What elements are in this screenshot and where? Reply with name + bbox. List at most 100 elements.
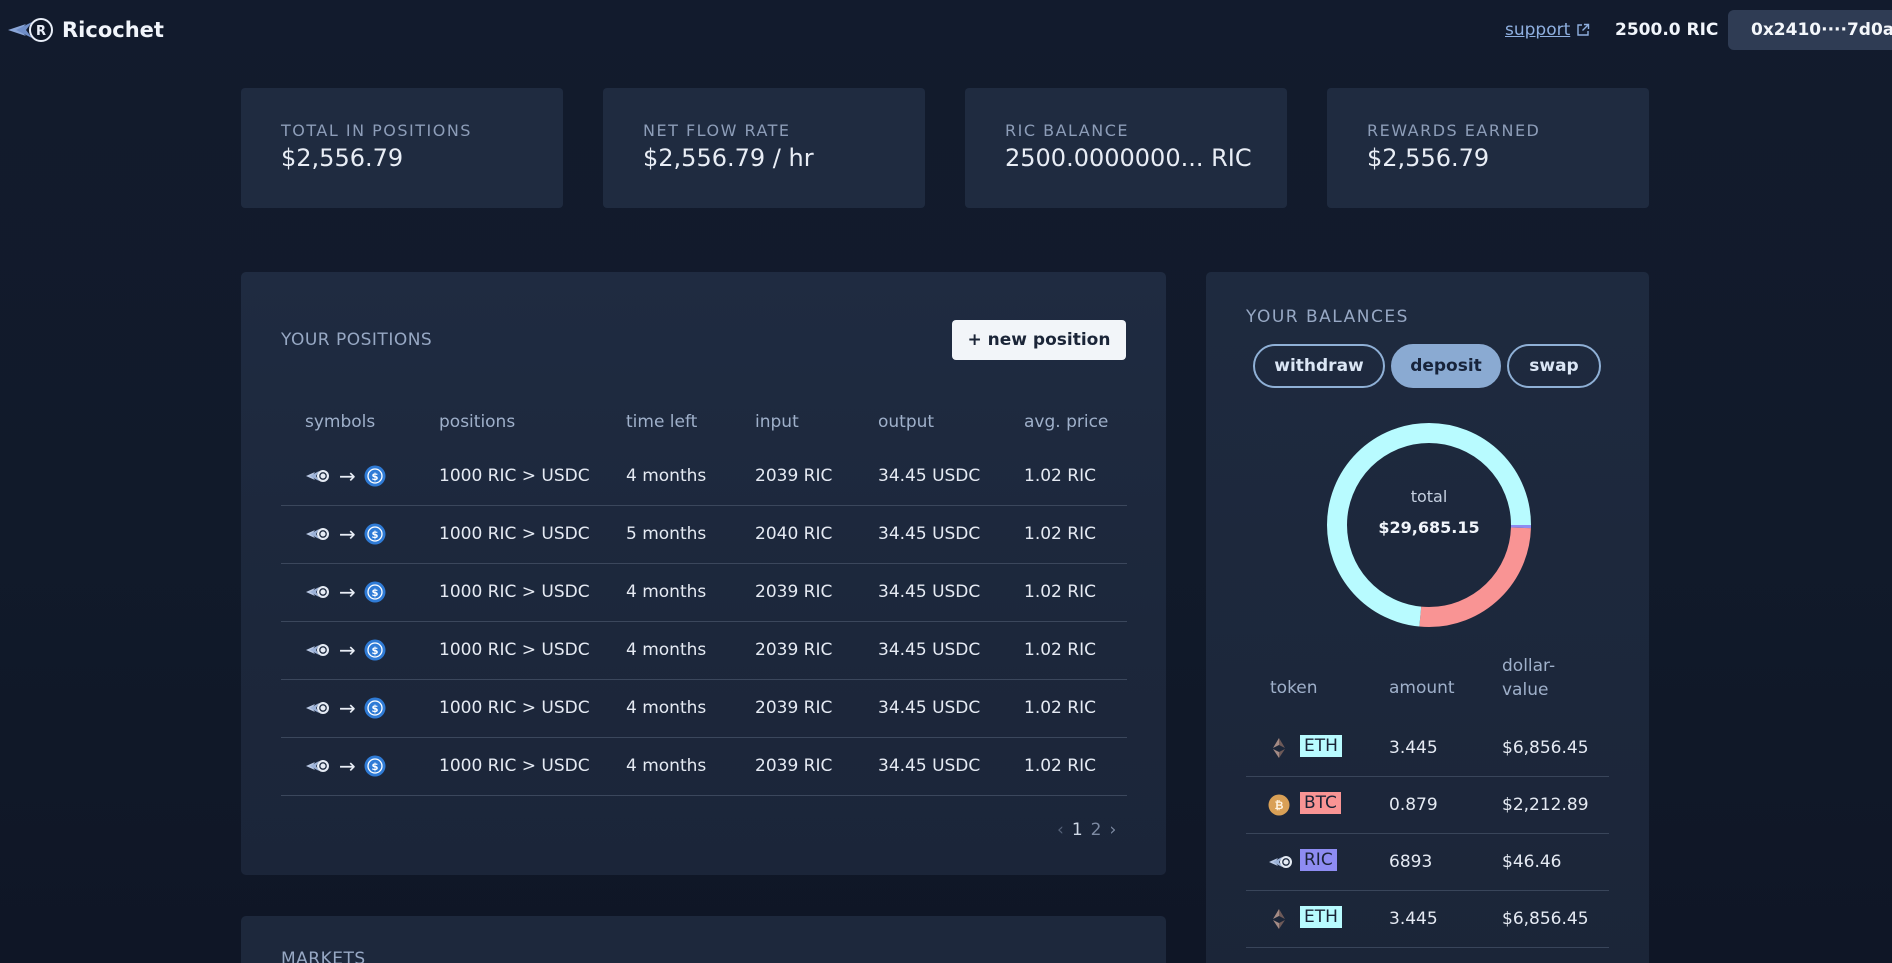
col-dollar-value-line2: value (1502, 680, 1549, 700)
col-symbols[interactable]: symbols (305, 412, 375, 432)
positions-table-header: symbols positions time left input output… (281, 412, 1127, 448)
position-input: 2039 RIC (755, 640, 833, 660)
token-badge: BTC (1300, 792, 1341, 814)
token-icon-wrap (1268, 737, 1290, 764)
usdc-icon: $ (364, 581, 386, 603)
next-page-icon[interactable]: › (1109, 820, 1116, 840)
ric-icon (306, 644, 329, 656)
position-avg-price: 1.02 RIC (1024, 582, 1096, 602)
app-logo[interactable]: R Ricochet (6, 14, 164, 46)
balance-row[interactable]: RIC 6893 $46.46 (1246, 834, 1609, 891)
arrow-right-icon: → (339, 696, 356, 720)
col-dollar-value-line1: dollar- (1502, 656, 1556, 676)
svg-text:R: R (36, 24, 46, 39)
position-output: 34.45 USDC (878, 756, 981, 776)
usdc-icon: $ (364, 697, 386, 719)
position-output: 34.45 USDC (878, 582, 981, 602)
col-avg-price[interactable]: avg. price (1024, 412, 1108, 432)
new-position-button[interactable]: + new position (952, 320, 1126, 360)
support-link[interactable]: support (1505, 20, 1590, 40)
position-pair: 1000 RIC > USDC (439, 756, 590, 776)
position-symbols: → $ (305, 580, 386, 604)
position-output: 34.45 USDC (878, 524, 981, 544)
top-bar: R Ricochet support 2500.0 RIC 0x2410····… (0, 0, 1892, 60)
col-output[interactable]: output (878, 412, 934, 432)
position-avg-price: 1.02 RIC (1024, 698, 1096, 718)
position-pair: 1000 RIC > USDC (439, 582, 590, 602)
usdc-icon: $ (364, 755, 386, 777)
stat-label: REWARDS EARNED (1367, 121, 1541, 140)
col-token[interactable]: token (1270, 678, 1318, 698)
token-dollar-value: $2,212.89 (1502, 795, 1589, 815)
position-avg-price: 1.02 RIC (1024, 640, 1096, 660)
arrow-right-icon: → (339, 580, 356, 604)
balance-row[interactable]: ₿ BTC 0.879 $2,212.89 (1246, 777, 1609, 834)
position-time-left: 5 months (626, 524, 707, 544)
positions-panel: YOUR POSITIONS + new position symbols po… (241, 272, 1166, 875)
col-amount[interactable]: amount (1389, 678, 1455, 698)
balance-row[interactable]: ETH 3.445 $6,856.45 (1246, 720, 1609, 777)
col-dollar-value[interactable]: dollar- value (1502, 654, 1555, 702)
position-pair: 1000 RIC > USDC (439, 524, 590, 544)
page-1[interactable]: 1 (1072, 820, 1083, 840)
col-positions[interactable]: positions (439, 412, 515, 432)
svg-text:₿: ₿ (1275, 799, 1284, 812)
withdraw-button[interactable]: withdraw (1253, 344, 1385, 388)
stat-value: 2500.0000000... RIC (1005, 144, 1252, 172)
position-row[interactable]: → $1000 RIC > USDC 4 months 2039 RIC 34.45 U… (281, 564, 1127, 622)
swap-button[interactable]: swap (1507, 344, 1601, 388)
position-row[interactable]: → $1000 RIC > USDC 4 months 2039 RIC 34.45 U… (281, 738, 1127, 796)
header-ric-balance: 2500.0 RIC (1615, 20, 1719, 40)
stat-label: TOTAL IN POSITIONS (281, 121, 472, 140)
col-input[interactable]: input (755, 412, 799, 432)
page-2[interactable]: 2 (1091, 820, 1102, 840)
position-symbols: → $ (305, 464, 386, 488)
position-time-left: 4 months (626, 640, 707, 660)
markets-title: MARKETS (281, 949, 366, 963)
position-output: 34.45 USDC (878, 466, 981, 486)
col-time-left[interactable]: time left (626, 412, 697, 432)
balances-panel: YOUR BALANCES withdraw deposit swap tota… (1206, 272, 1649, 963)
position-symbols: → $ (305, 522, 386, 546)
balances-table: token amount dollar- value ETH 3.445 $6,85… (1246, 656, 1609, 948)
position-output: 34.45 USDC (878, 640, 981, 660)
prev-page-icon[interactable]: ‹ (1057, 820, 1064, 840)
balances-title: YOUR BALANCES (1246, 307, 1409, 327)
position-input: 2039 RIC (755, 698, 833, 718)
position-avg-price: 1.02 RIC (1024, 524, 1096, 544)
external-link-icon (1577, 23, 1590, 36)
markets-panel: MARKETS (241, 916, 1166, 963)
token-badge: ETH (1300, 735, 1342, 757)
ric-icon (306, 760, 329, 772)
token-icon-wrap (1268, 908, 1290, 935)
position-pair: 1000 RIC > USDC (439, 698, 590, 718)
positions-table: symbols positions time left input output… (281, 412, 1127, 796)
ric-icon (306, 702, 329, 714)
position-pair: 1000 RIC > USDC (439, 466, 590, 486)
stat-card-ric-balance: RIC BALANCE 2500.0000000... RIC (965, 88, 1287, 208)
stat-value: $2,556.79 (281, 144, 404, 172)
token-amount: 3.445 (1389, 738, 1438, 758)
arrow-right-icon: → (339, 464, 356, 488)
token-icon-wrap (1268, 854, 1294, 875)
position-pair: 1000 RIC > USDC (439, 640, 590, 660)
support-label: support (1505, 20, 1571, 40)
donut-total-value: $29,685.15 (1378, 518, 1480, 537)
position-row[interactable]: → $1000 RIC > USDC 4 months 2039 RIC 34.45 U… (281, 680, 1127, 738)
position-input: 2040 RIC (755, 524, 833, 544)
token-badge: RIC (1300, 849, 1337, 871)
svg-text:$: $ (371, 704, 378, 715)
positions-rows: → $1000 RIC > USDC 4 months 2039 RIC 34.45 U… (281, 448, 1127, 796)
position-time-left: 4 months (626, 698, 707, 718)
position-row[interactable]: → $1000 RIC > USDC 4 months 2039 RIC 34.45 U… (281, 622, 1127, 680)
stat-card-net-flow-rate: NET FLOW RATE $2,556.79 / hr (603, 88, 925, 208)
balance-row[interactable]: ETH 3.445 $6,856.45 (1246, 891, 1609, 948)
token-dollar-value: $6,856.45 (1502, 738, 1589, 758)
positions-title: YOUR POSITIONS (281, 330, 433, 350)
deposit-button[interactable]: deposit (1391, 344, 1501, 388)
position-row[interactable]: → $ 1000 RIC > USDC 5 months 2040 RIC 34.45 U… (281, 506, 1127, 564)
position-time-left: 4 months (626, 582, 707, 602)
position-row[interactable]: → $1000 RIC > USDC 4 months 2039 RIC 34.45 U… (281, 448, 1127, 506)
wallet-address-button[interactable]: 0x2410····7d0a (1728, 10, 1892, 50)
balances-rows: ETH 3.445 $6,856.45 ₿ BTC 0.879 $2,212.89 RIC 68… (1246, 720, 1609, 948)
